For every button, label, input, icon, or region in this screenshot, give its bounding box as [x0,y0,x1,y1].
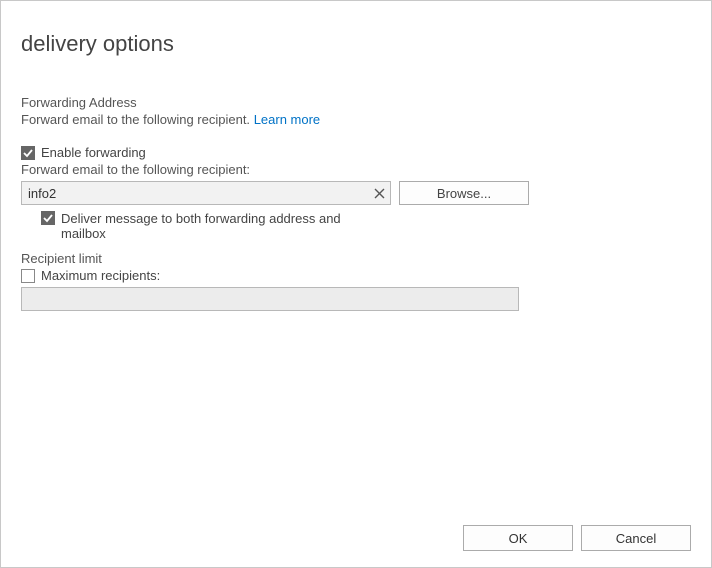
forwarding-heading: Forwarding Address [21,95,691,110]
maximum-recipients-checkbox[interactable] [21,269,35,283]
enable-forwarding-checkbox[interactable] [21,146,35,160]
ok-button[interactable]: OK [463,525,573,551]
forwarding-desc: Forward email to the following recipient… [21,112,250,127]
forward-recipient-label: Forward email to the following recipient… [21,162,691,177]
learn-more-link[interactable]: Learn more [254,112,320,127]
enable-forwarding-label: Enable forwarding [41,145,146,160]
maximum-recipients-input[interactable] [21,287,519,311]
forwarding-desc-line: Forward email to the following recipient… [21,112,691,127]
deliver-both-checkbox[interactable] [41,211,55,225]
recipient-limit-heading: Recipient limit [21,251,691,266]
deliver-both-label: Deliver message to both forwarding addre… [61,211,361,241]
forward-recipient-field-wrap [21,181,391,205]
clear-recipient-icon[interactable] [369,183,389,203]
browse-button[interactable]: Browse... [399,181,529,205]
forward-recipient-input[interactable] [21,181,391,205]
maximum-recipients-label: Maximum recipients: [41,268,160,283]
cancel-button[interactable]: Cancel [581,525,691,551]
page-title: delivery options [21,31,691,57]
